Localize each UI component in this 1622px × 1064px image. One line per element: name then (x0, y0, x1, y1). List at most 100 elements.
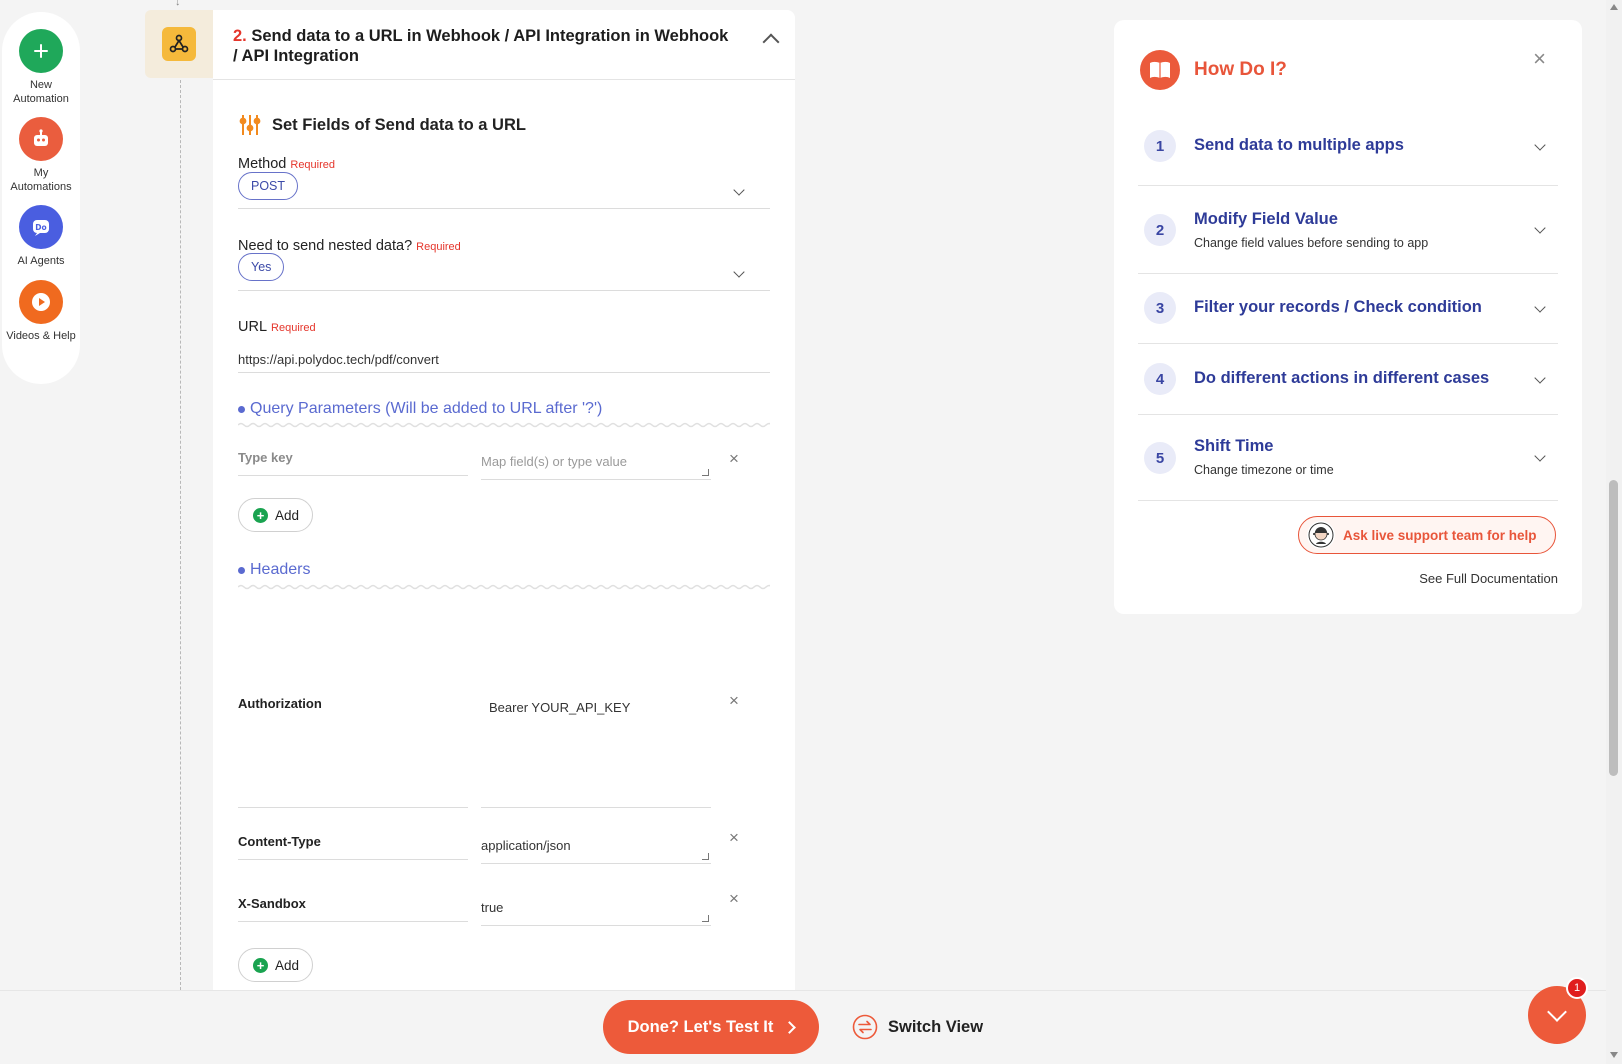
switch-icon (852, 1014, 878, 1040)
help-item-subtitle: Change field values before sending to ap… (1194, 236, 1429, 250)
timeline-arrow-icon: ↓ (175, 0, 181, 8)
header-value-input[interactable]: true (481, 900, 711, 926)
remove-query-param-button[interactable]: × (729, 450, 739, 467)
remove-header-button[interactable]: × (729, 829, 739, 846)
timeline-line (180, 70, 181, 990)
help-item-title: Do different actions in different cases (1194, 369, 1490, 387)
help-title: How Do I? (1194, 59, 1287, 80)
help-item-title: Modify Field Value (1194, 210, 1338, 228)
chevron-down-icon[interactable] (1534, 139, 1546, 151)
method-label-text: Method (238, 156, 287, 172)
query-params-heading[interactable]: Query Parameters (Will be added to URL a… (238, 400, 602, 418)
remove-header-button[interactable]: × (729, 890, 739, 907)
resize-handle-icon[interactable] (702, 469, 709, 476)
required-tag: Required (271, 322, 316, 334)
plus-icon (19, 29, 63, 73)
header-key-input[interactable]: Authorization (238, 696, 468, 808)
chevron-down-icon[interactable] (1534, 222, 1546, 234)
help-item[interactable]: 3 Filter your records / Check condition (1138, 274, 1558, 344)
url-label-text: URL (238, 319, 268, 335)
query-key-input[interactable]: Type key (238, 450, 468, 476)
scrollbar[interactable] (1606, 0, 1622, 1064)
method-value-pill[interactable]: POST (238, 172, 299, 200)
url-label: URL Required (238, 319, 316, 335)
nav-new-automation[interactable]: New Automation (2, 29, 80, 106)
step-number: 2. (233, 27, 247, 45)
help-item[interactable]: 2 Modify Field Value Change field values… (1138, 186, 1558, 274)
nav-label: New Automation (13, 79, 69, 105)
fields-icon (239, 115, 261, 135)
chevron-down-icon[interactable] (1534, 301, 1546, 313)
help-item[interactable]: 5 Shift Time Change timezone or time (1138, 415, 1558, 501)
help-item-number: 5 (1144, 442, 1176, 474)
see-full-documentation-link[interactable]: See Full Documentation (1419, 571, 1558, 586)
chevron-down-icon[interactable] (733, 184, 745, 196)
play-icon (19, 280, 63, 324)
support-agent-icon (1307, 521, 1335, 549)
bullet-icon (238, 405, 245, 413)
robot-icon (19, 117, 63, 161)
nav-my-automations[interactable]: My Automations (2, 117, 80, 194)
section-title-text: Set Fields of Send data to a URL (272, 115, 526, 134)
header-value-text: true (481, 900, 504, 915)
help-header: How Do I? (1140, 50, 1287, 90)
help-item-title: Filter your records / Check condition (1194, 298, 1482, 316)
close-icon[interactable]: × (1533, 46, 1546, 72)
nav-videos-help[interactable]: Videos & Help (2, 280, 80, 343)
url-underline (238, 372, 770, 373)
nested-label: Need to send nested data? Required (238, 238, 461, 254)
query-value-placeholder: Map field(s) or type value (481, 454, 627, 469)
help-item-number: 4 (1144, 363, 1176, 395)
header-value-input[interactable]: Bearer YOUR_API_KEY (481, 682, 711, 808)
add-label: Add (275, 957, 300, 973)
nested-value-pill[interactable]: Yes (238, 253, 285, 281)
resize-handle-icon[interactable] (702, 853, 709, 860)
help-item[interactable]: 4 Do different actions in different case… (1138, 344, 1558, 415)
scroll-down-icon[interactable] (1610, 1052, 1618, 1058)
step-app-icon-box (145, 10, 213, 78)
nested-select[interactable] (238, 290, 770, 291)
add-query-param-button[interactable]: + Add (238, 498, 314, 532)
nested-label-text: Need to send nested data? (238, 238, 413, 254)
query-params-title: Query Parameters (Will be added to URL a… (250, 400, 603, 417)
add-header-button[interactable]: + Add (238, 948, 314, 982)
nav-label: AI Agents (17, 255, 65, 267)
step-card: 2. Send data to a URL in Webhook / API I… (213, 10, 795, 1010)
chevron-down-icon (1547, 1002, 1567, 1022)
help-panel: How Do I? × 1 Send data to multiple apps… (1114, 20, 1582, 614)
live-support-button[interactable]: Ask live support team for help (1298, 516, 1556, 554)
header-key-input[interactable]: Content-Type (238, 834, 468, 860)
test-button-label: Done? Let's Test It (627, 1017, 774, 1036)
help-item-number: 3 (1144, 292, 1176, 324)
step-card-header[interactable]: 2. Send data to a URL in Webhook / API I… (213, 10, 795, 80)
nav-label: My Automations (10, 167, 72, 193)
help-item[interactable]: 1 Send data to multiple apps (1138, 108, 1558, 186)
chevron-down-icon[interactable] (733, 266, 745, 278)
wavy-divider (238, 422, 770, 428)
chevron-up-icon[interactable] (762, 33, 780, 51)
resize-handle-icon[interactable] (702, 915, 709, 922)
help-item-number: 2 (1144, 214, 1176, 246)
headers-heading[interactable]: Headers (238, 561, 310, 579)
section-title: Set Fields of Send data to a URL (239, 114, 526, 136)
header-key-input[interactable]: X-Sandbox (238, 896, 468, 922)
wavy-divider (238, 584, 770, 590)
scrollbar-thumb[interactable] (1609, 480, 1618, 776)
header-value-input[interactable]: application/json (481, 838, 711, 864)
nav-ai-agents[interactable]: Do AI Agents (2, 205, 80, 268)
test-button[interactable]: Done? Let's Test It (603, 1000, 819, 1054)
chevron-down-icon[interactable] (1534, 450, 1546, 462)
remove-header-button[interactable]: × (729, 692, 739, 709)
help-item-subtitle: Change timezone or time (1194, 463, 1334, 477)
switch-view-button[interactable]: Switch View (852, 1014, 983, 1040)
header-value-text: application/json (481, 838, 571, 853)
plus-circle-icon: + (253, 957, 268, 973)
query-value-input[interactable]: Map field(s) or type value (481, 454, 711, 480)
scroll-up-icon[interactable] (1610, 4, 1618, 10)
headers-title: Headers (250, 561, 311, 578)
method-select[interactable] (238, 208, 770, 209)
webhook-icon (162, 27, 196, 61)
chevron-down-icon[interactable] (1534, 372, 1546, 384)
ai-agent-icon: Do (19, 205, 63, 249)
url-input[interactable]: https://api.polydoc.tech/pdf/convert (238, 352, 439, 367)
